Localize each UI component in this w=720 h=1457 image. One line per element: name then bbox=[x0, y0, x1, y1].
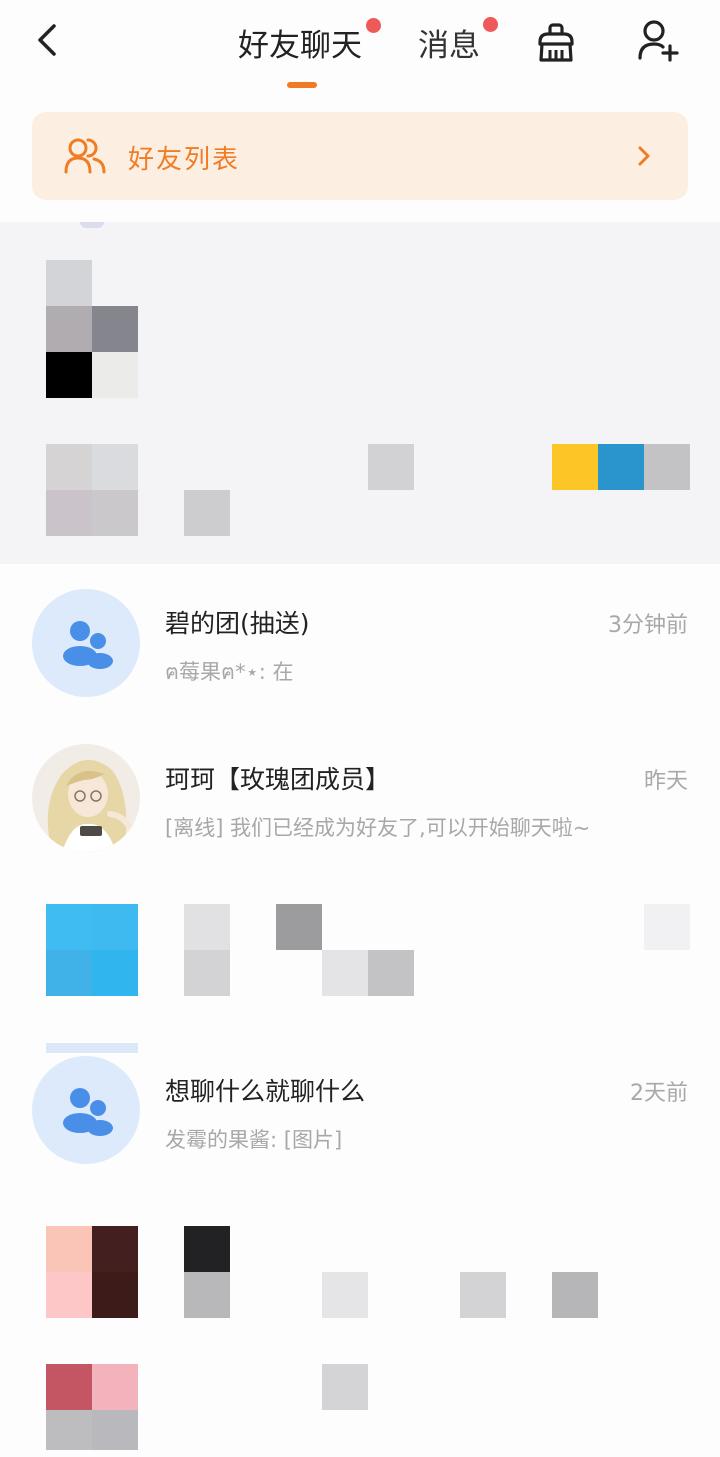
chat-time: 3分钟前 bbox=[608, 613, 688, 638]
chat-preview: [离线] 我们已经成为好友了,可以开始聊天啦~ bbox=[165, 816, 591, 840]
group-icon bbox=[64, 138, 106, 174]
chat-time: 2天前 bbox=[630, 1081, 688, 1106]
group-avatar[interactable] bbox=[32, 1056, 140, 1164]
chat-preview: 发霉的果酱: [图片] bbox=[165, 1128, 343, 1152]
group-avatar-icon bbox=[63, 1088, 113, 1136]
active-tab-indicator bbox=[287, 82, 317, 88]
redacted-chat-block bbox=[0, 222, 720, 564]
clean-icon[interactable] bbox=[534, 20, 578, 64]
notification-dot bbox=[366, 18, 381, 33]
chat-name[interactable]: 碧的团(抽送) bbox=[165, 604, 310, 640]
tab-friend-chat[interactable]: 好友聊天 bbox=[238, 20, 362, 65]
redacted-chat-row bbox=[0, 900, 720, 1000]
back-icon[interactable] bbox=[30, 22, 66, 58]
redacted-chat-rows bbox=[0, 1222, 720, 1457]
friend-list-label: 好友列表 bbox=[128, 145, 241, 175]
anime-avatar[interactable] bbox=[32, 744, 140, 852]
chat-name[interactable]: 想聊什么就聊什么 bbox=[165, 1072, 365, 1108]
notification-dot bbox=[483, 17, 498, 32]
chevron-right-icon bbox=[638, 146, 650, 166]
chat-name[interactable]: 珂珂【玫瑰团成员】 bbox=[165, 760, 390, 796]
chat-preview: ฅ莓果ฅ*⋆: 在 bbox=[165, 660, 294, 684]
avatar-edge-fragment bbox=[46, 1043, 138, 1053]
chat-time: 昨天 bbox=[643, 769, 688, 794]
group-avatar[interactable] bbox=[32, 589, 140, 697]
group-avatar-icon bbox=[63, 621, 113, 669]
tab-messages[interactable]: 消息 bbox=[418, 20, 480, 65]
add-user-icon[interactable] bbox=[636, 18, 680, 62]
